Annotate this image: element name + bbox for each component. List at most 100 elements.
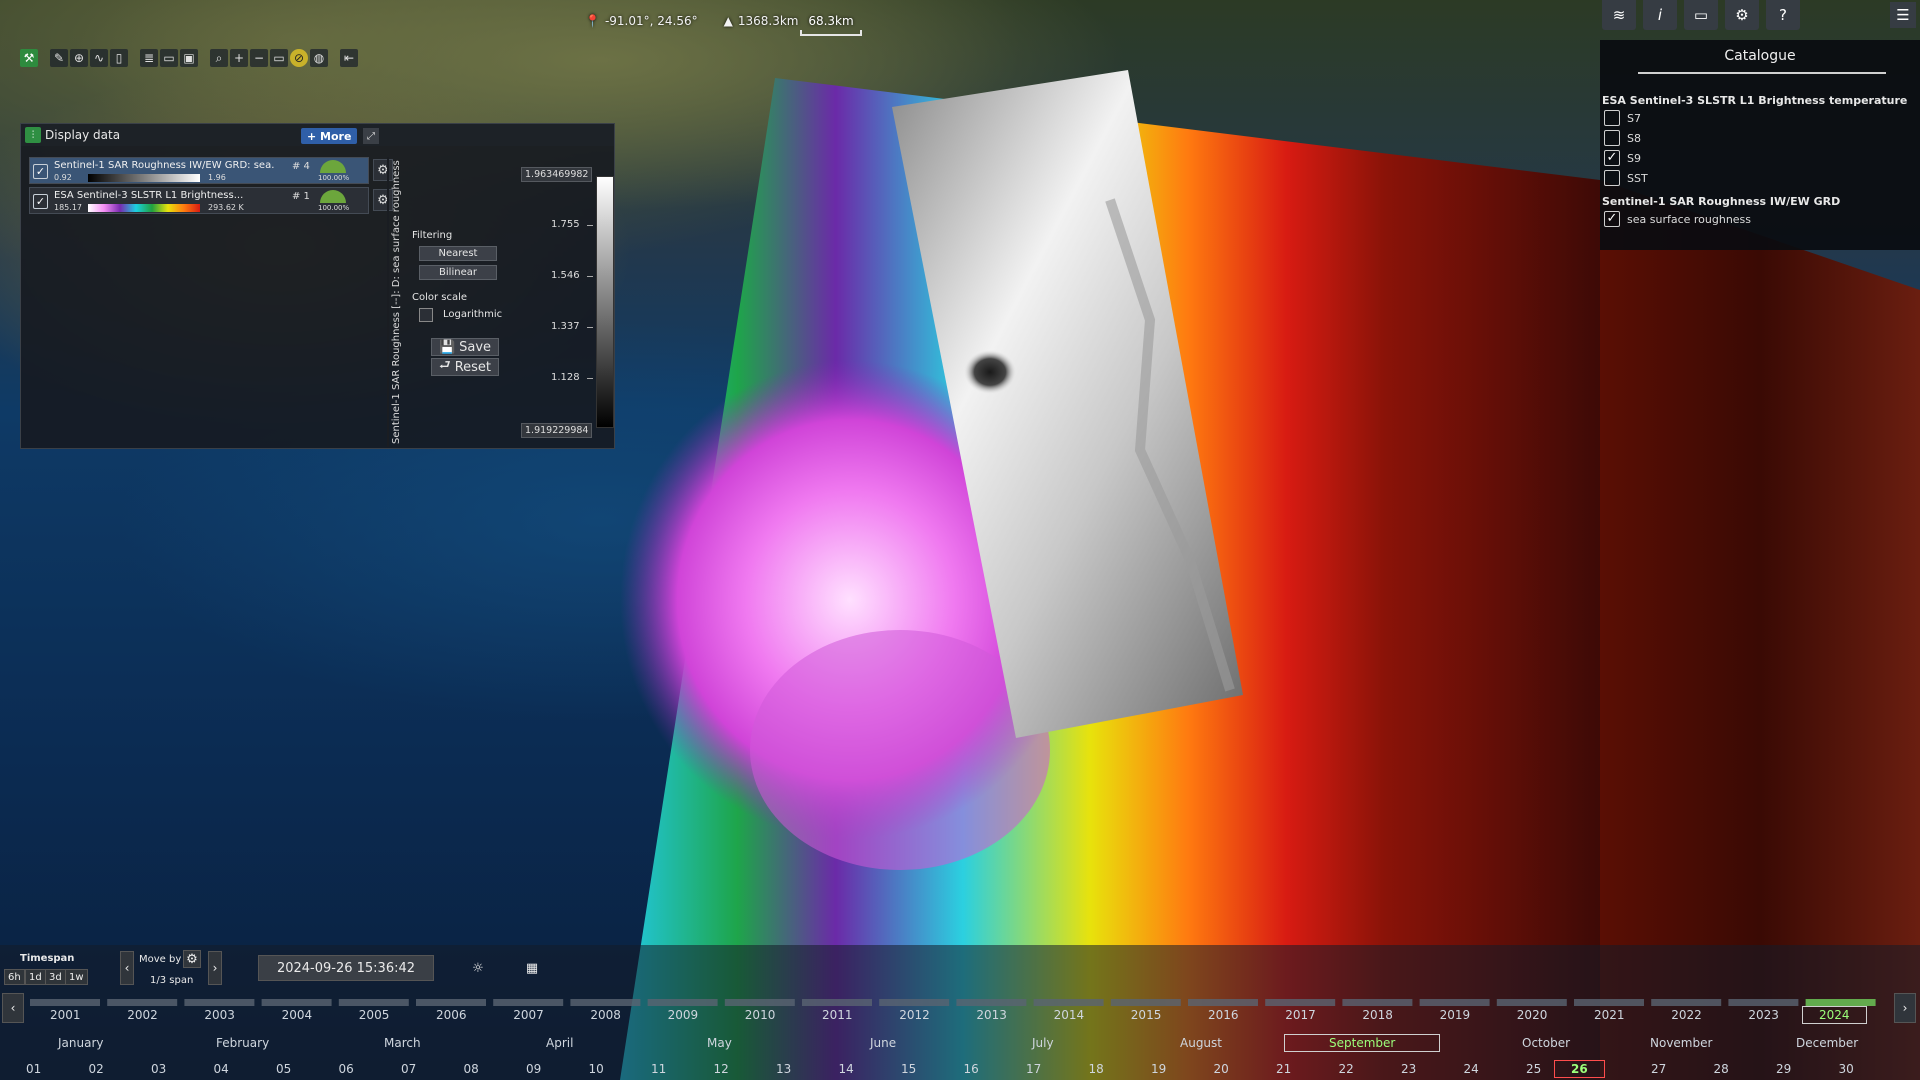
- month-label[interactable]: June: [870, 1036, 896, 1050]
- year-label[interactable]: 2018: [1362, 1008, 1393, 1022]
- day-label[interactable]: 19: [1151, 1062, 1166, 1076]
- day-label[interactable]: 27: [1651, 1062, 1666, 1076]
- save-button[interactable]: 💾 Save: [431, 338, 499, 356]
- year-label[interactable]: 2017: [1285, 1008, 1316, 1022]
- globe-icon[interactable]: ◍: [310, 49, 328, 67]
- day-label[interactable]: 01: [26, 1062, 41, 1076]
- month-label[interactable]: October: [1522, 1036, 1570, 1050]
- sun-icon[interactable]: ☼: [466, 957, 490, 979]
- year-segment[interactable]: [30, 999, 100, 1006]
- year-segment[interactable]: [416, 999, 486, 1006]
- ruler-icon[interactable]: ▭: [270, 49, 288, 67]
- year-label[interactable]: 2015: [1131, 1008, 1162, 1022]
- year-segment[interactable]: [1496, 999, 1567, 1006]
- year-label[interactable]: 2019: [1440, 1008, 1471, 1022]
- day-label[interactable]: 06: [339, 1062, 354, 1076]
- year-label[interactable]: 2013: [976, 1008, 1007, 1022]
- year-segment[interactable]: [493, 999, 564, 1006]
- year-label[interactable]: 2011: [822, 1008, 853, 1022]
- year-label[interactable]: 2001: [50, 1008, 81, 1022]
- year-label[interactable]: 2010: [745, 1008, 776, 1022]
- reset-button[interactable]: ⮐ Reset: [431, 358, 499, 376]
- catalogue-checkbox[interactable]: ✓: [1604, 150, 1620, 166]
- year-segment[interactable]: [1033, 999, 1104, 1006]
- layer-settings-gear-icon[interactable]: ⚙: [373, 159, 393, 181]
- day-label[interactable]: 04: [214, 1062, 229, 1076]
- zoom-in-icon[interactable]: +: [230, 49, 248, 67]
- timeline-prev-button[interactable]: ‹: [2, 993, 24, 1023]
- layer-row-sar[interactable]: ✓ Sentinel-1 SAR Roughness IW/EW GRD: se…: [29, 157, 369, 184]
- year-label[interactable]: 2021: [1594, 1008, 1625, 1022]
- year-segment[interactable]: [724, 999, 795, 1006]
- day-label[interactable]: 12: [714, 1062, 729, 1076]
- catalogue-checkbox[interactable]: [1604, 170, 1620, 186]
- year-label[interactable]: 2003: [204, 1008, 235, 1022]
- folder-icon[interactable]: ▭: [160, 49, 178, 67]
- layer-row-slstr[interactable]: ✓ ESA Sentinel-3 SLSTR L1 Brightness... …: [29, 187, 369, 214]
- span-1w-button[interactable]: 1w: [65, 969, 88, 985]
- year-segment[interactable]: [1342, 999, 1413, 1006]
- menu-icon[interactable]: ☰: [1890, 2, 1916, 28]
- opacity-gauge-icon[interactable]: [320, 190, 346, 203]
- move-back-button[interactable]: ‹: [120, 951, 134, 985]
- legend-min-value[interactable]: 1.919229984: [521, 423, 593, 438]
- gear-icon[interactable]: ⚙: [1725, 0, 1759, 30]
- month-label[interactable]: December: [1796, 1036, 1858, 1050]
- zoom-out-icon[interactable]: −: [250, 49, 268, 67]
- year-segment[interactable]: [1574, 999, 1644, 1006]
- screen-icon[interactable]: ▭: [1684, 0, 1718, 30]
- help-icon[interactable]: ?: [1766, 0, 1800, 30]
- year-label[interactable]: 2002: [127, 1008, 158, 1022]
- year-label[interactable]: 2014: [1054, 1008, 1085, 1022]
- day-label[interactable]: 17: [1026, 1062, 1041, 1076]
- year-segment[interactable]: [1728, 999, 1799, 1006]
- year-segment[interactable]: [1110, 999, 1181, 1006]
- catalogue-item-s8[interactable]: S8: [1604, 130, 1641, 146]
- year-segment[interactable]: [1419, 999, 1490, 1006]
- month-label[interactable]: September: [1284, 1034, 1441, 1052]
- info-icon[interactable]: i: [1643, 0, 1677, 30]
- year-segment[interactable]: [184, 999, 255, 1006]
- day-label[interactable]: 15: [901, 1062, 916, 1076]
- year-segment[interactable]: [956, 999, 1027, 1006]
- layers-icon[interactable]: ≣: [140, 49, 158, 67]
- layer-settings-gear-icon[interactable]: ⚙: [373, 189, 393, 211]
- layer-checkbox[interactable]: ✓: [33, 194, 48, 209]
- day-label[interactable]: 25: [1526, 1062, 1541, 1076]
- nearest-button[interactable]: Nearest: [419, 246, 497, 261]
- year-segment[interactable]: [802, 999, 872, 1006]
- month-label[interactable]: April: [546, 1036, 573, 1050]
- month-label[interactable]: May: [707, 1036, 732, 1050]
- day-label[interactable]: 29: [1776, 1062, 1791, 1076]
- year-label[interactable]: 2012: [899, 1008, 930, 1022]
- year-segment[interactable]: [1265, 999, 1336, 1006]
- month-label[interactable]: November: [1650, 1036, 1712, 1050]
- crosshair-icon[interactable]: ⊕: [70, 49, 88, 67]
- span-6h-button[interactable]: 6h: [4, 969, 25, 985]
- day-label[interactable]: 26: [1554, 1060, 1605, 1078]
- year-segment[interactable]: [107, 999, 178, 1006]
- panel-icon[interactable]: ▯: [110, 49, 128, 67]
- save-icon[interactable]: ▣: [180, 49, 198, 67]
- year-label[interactable]: 2016: [1208, 1008, 1239, 1022]
- day-label[interactable]: 03: [151, 1062, 166, 1076]
- search-icon[interactable]: ⌕: [210, 49, 228, 67]
- catalogue-checkbox[interactable]: [1604, 110, 1620, 126]
- day-label[interactable]: 28: [1714, 1062, 1729, 1076]
- move-forward-button[interactable]: ›: [208, 951, 222, 985]
- globe-2d-icon[interactable]: ⊘: [290, 49, 308, 67]
- year-segment[interactable]: [1188, 999, 1258, 1006]
- day-label[interactable]: 30: [1839, 1062, 1854, 1076]
- opacity-gauge-icon[interactable]: [320, 160, 346, 173]
- catalogue-item-s9[interactable]: ✓ S9: [1604, 150, 1641, 166]
- year-segment[interactable]: [647, 999, 718, 1006]
- bilinear-button[interactable]: Bilinear: [419, 265, 497, 280]
- year-label[interactable]: 2022: [1671, 1008, 1702, 1022]
- month-label[interactable]: February: [216, 1036, 269, 1050]
- day-label[interactable]: 13: [776, 1062, 791, 1076]
- day-label[interactable]: 11: [651, 1062, 666, 1076]
- catalogue-checkbox[interactable]: ✓: [1604, 211, 1620, 227]
- expand-icon[interactable]: ⤢: [363, 128, 379, 144]
- year-label[interactable]: 2023: [1748, 1008, 1779, 1022]
- layers-icon[interactable]: ≋: [1602, 0, 1636, 30]
